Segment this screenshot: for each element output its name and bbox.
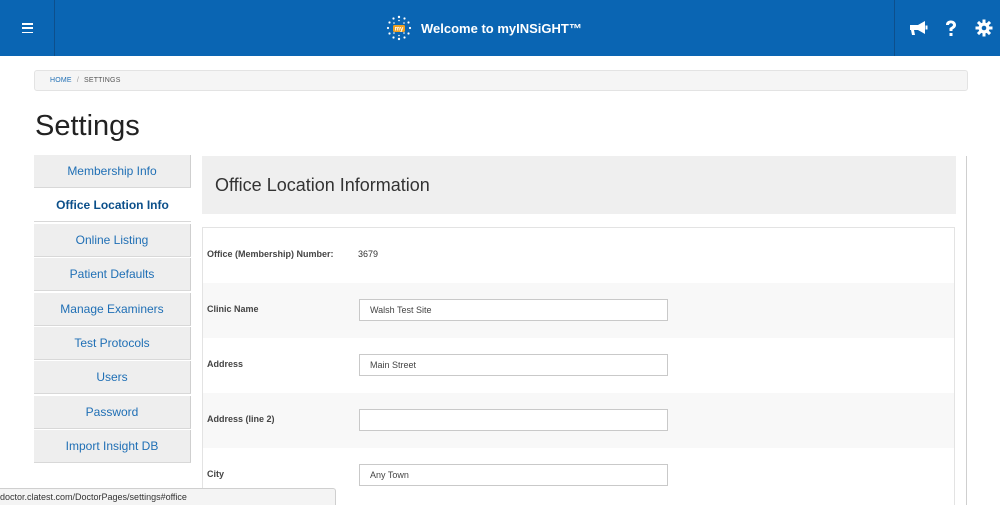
sidebar-item-label: Membership Info xyxy=(67,164,157,178)
content-divider xyxy=(966,156,967,505)
city-input[interactable] xyxy=(359,464,668,486)
breadcrumb: HOME / SETTINGS xyxy=(34,70,968,91)
sidebar-item-label: Password xyxy=(85,404,139,419)
gear-icon xyxy=(975,19,992,37)
sidebar-item-test-protocols[interactable]: Test Protocols xyxy=(34,326,191,360)
sidebar-item-import-insight-db[interactable]: Import Insight DB xyxy=(34,430,191,464)
settings-button[interactable] xyxy=(967,0,1000,56)
sidebar-item-label: Import Insight DB xyxy=(65,439,159,454)
page-title: Settings xyxy=(35,110,140,142)
panel-title: Office Location Information xyxy=(215,175,430,195)
form-row-clinic-name: Clinic Name xyxy=(203,283,954,338)
help-icon xyxy=(945,20,956,36)
sidebar-item-office-location-info[interactable]: Office Location Info xyxy=(34,189,191,223)
office-number-label: Office (Membership) Number: xyxy=(207,249,334,259)
sidebar-item-patient-defaults[interactable]: Patient Defaults xyxy=(34,258,191,292)
clinic-name-input[interactable] xyxy=(359,299,668,321)
form-row-address: Address xyxy=(203,338,954,393)
top-actions xyxy=(894,0,1000,56)
office-location-form: Office (Membership) Number: 3679 Clinic … xyxy=(202,227,955,505)
sidebar-item-label: Manage Examiners xyxy=(60,301,164,316)
sidebar-item-membership-info[interactable]: Membership Info xyxy=(34,155,191,188)
browser-status-url: doctor.clatest.com/DoctorPages/settings#… xyxy=(0,488,336,505)
sidebar-item-password[interactable]: Password xyxy=(34,395,191,429)
form-row-address-line-2: Address (line 2) xyxy=(203,393,954,448)
brand[interactable]: my Welcome to myINSiGHT™ xyxy=(384,14,582,42)
city-label: City xyxy=(207,469,225,479)
svg-text:my: my xyxy=(395,27,404,33)
sidebar-item-manage-examiners[interactable]: Manage Examiners xyxy=(34,292,191,326)
sidebar-item-label: Online Listing xyxy=(75,232,149,247)
myinsight-logo-icon: my xyxy=(386,15,412,41)
menu-icon xyxy=(21,23,33,33)
address-label: Address xyxy=(207,359,244,369)
panel-header: Office Location Information xyxy=(202,156,956,214)
address-line-2-input[interactable] xyxy=(359,409,668,431)
sidebar-item-label: Patient Defaults xyxy=(69,267,155,282)
form-row-office-number: Office (Membership) Number: 3679 xyxy=(203,228,954,283)
address-line-2-label: Address (line 2) xyxy=(207,414,275,424)
clinic-name-label: Clinic Name xyxy=(207,304,259,314)
top-navbar: my Welcome to myINSiGHT™ xyxy=(0,0,1000,56)
menu-button[interactable] xyxy=(0,0,55,56)
breadcrumb-separator: / xyxy=(76,77,79,84)
address-input[interactable] xyxy=(359,354,668,376)
megaphone-icon xyxy=(909,21,927,35)
breadcrumb-home-link[interactable]: HOME xyxy=(50,77,72,84)
sidebar-item-label: Test Protocols xyxy=(74,335,150,350)
sidebar-item-label: Users xyxy=(96,370,128,385)
sidebar-item-online-listing[interactable]: Online Listing xyxy=(34,223,191,257)
sidebar-item-label: Office Location Info xyxy=(56,198,169,213)
sidebar-item-users[interactable]: Users xyxy=(34,361,191,395)
app-title: Welcome to myINSiGHT™ xyxy=(421,20,582,36)
office-number-value: 3679 xyxy=(358,249,379,259)
help-button[interactable] xyxy=(934,0,967,56)
breadcrumb-current: SETTINGS xyxy=(83,77,121,84)
settings-sidebar: Membership Info Office Location Info Onl… xyxy=(34,155,191,465)
announcements-button[interactable] xyxy=(901,0,934,56)
